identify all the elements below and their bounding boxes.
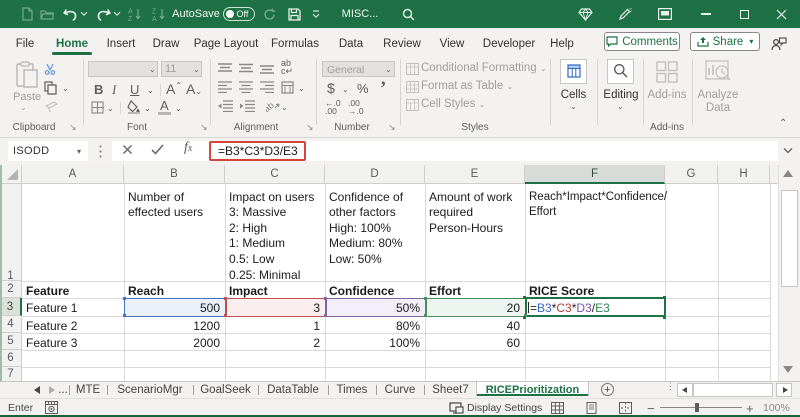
svg-text:Z: Z bbox=[128, 16, 133, 21]
svg-text:Z: Z bbox=[152, 9, 157, 16]
svg-text:A: A bbox=[152, 16, 157, 21]
svg-text:ab: ab bbox=[266, 100, 276, 113]
svg-text:A: A bbox=[128, 9, 133, 16]
